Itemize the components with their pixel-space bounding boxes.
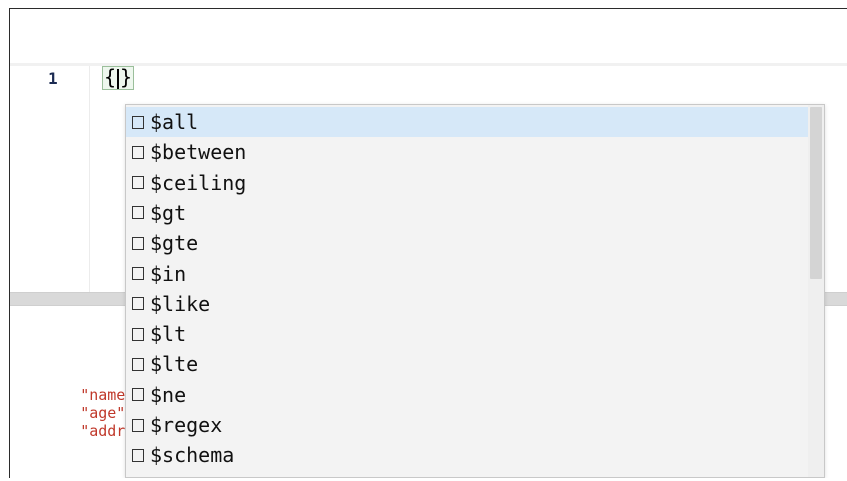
editor-frame: 1 {} "name": "age": 5 "address { $all$be… [9, 8, 847, 478]
keyword-icon [132, 176, 144, 190]
suggestion-label: $schema [150, 443, 235, 468]
keyword-icon [132, 206, 144, 220]
suggestion-item[interactable]: $gte [126, 228, 808, 258]
text-cursor [117, 68, 120, 89]
matched-brace[interactable]: {} [102, 65, 135, 90]
suggestion-item[interactable]: $regex [126, 410, 808, 440]
keyword-icon [132, 297, 144, 311]
suggestion-label: $between [150, 140, 247, 165]
close-brace: } [120, 65, 133, 90]
suggestion-item[interactable]: $between [126, 137, 808, 167]
suggestion-item[interactable]: $ceiling [126, 168, 808, 198]
suggestion-item[interactable]: $gt [126, 198, 808, 228]
keyword-icon [132, 448, 144, 462]
keyword-icon [132, 115, 144, 129]
suggestion-item[interactable]: $in [126, 259, 808, 289]
open-brace: { [104, 65, 117, 90]
keyword-icon [132, 145, 144, 159]
keyword-icon [132, 388, 144, 402]
suggestion-item[interactable]: $lt [126, 319, 808, 349]
suggestion-label: $gt [150, 200, 187, 225]
suggestion-label: $ne [150, 382, 187, 407]
suggestion-label: $in [150, 261, 187, 286]
suggestion-label: $lt [150, 322, 187, 347]
editor-top-rule [10, 63, 847, 66]
keyword-icon [132, 418, 144, 432]
keyword-icon [132, 267, 144, 280]
suggestion-label: $ceiling [150, 170, 247, 195]
suggestion-label: $like [150, 291, 211, 316]
keyword-icon [132, 327, 144, 341]
suggestion-item[interactable]: $ne [126, 380, 808, 410]
suggestion-item[interactable]: $all [126, 107, 808, 137]
suggestion-item[interactable]: $like [126, 289, 808, 319]
suggestion-item[interactable]: $lte [126, 349, 808, 379]
code-line-1[interactable]: {} [102, 65, 135, 91]
suggestion-scroll-thumb[interactable] [810, 107, 822, 279]
keyword-icon [132, 236, 144, 250]
line-number: 1 [48, 69, 58, 88]
suggestion-scrollbar[interactable] [808, 105, 824, 477]
suggestion-item[interactable]: $schema [126, 440, 808, 470]
suggestion-label: $regex [150, 413, 223, 437]
gutter-divider [89, 66, 90, 292]
suggestion-label: $all [150, 110, 199, 134]
suggestion-label: $lte [150, 352, 199, 377]
suggestion-label: $gte [150, 231, 199, 256]
suggestion-list[interactable]: $all $between $ceiling $gt $gte $in $like $lt $l… [125, 104, 825, 478]
keyword-icon [132, 357, 144, 371]
